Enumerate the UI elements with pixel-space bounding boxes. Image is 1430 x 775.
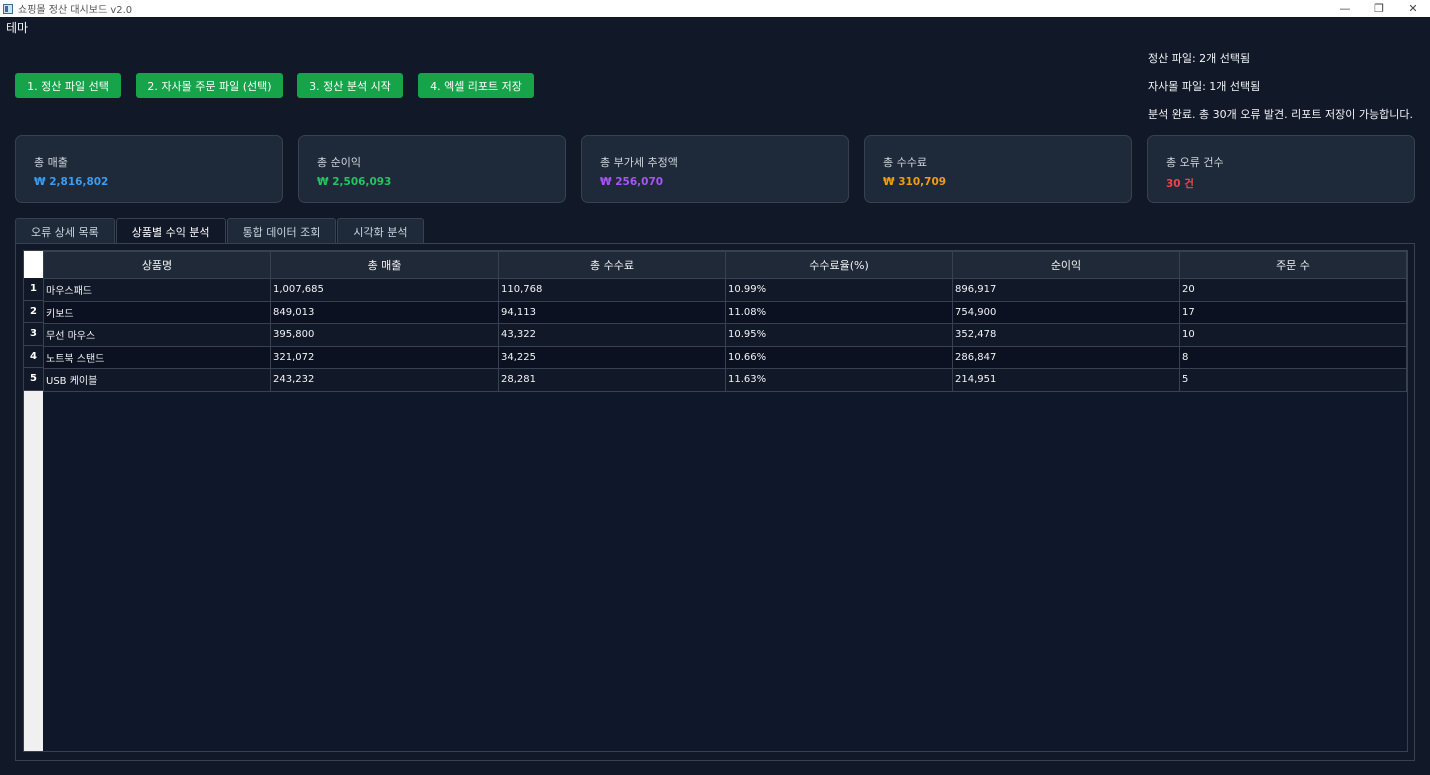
table-cell[interactable]: 11.63% [725,368,953,392]
table-cell[interactable]: 10.99% [725,278,953,302]
save-excel-report-button[interactable]: 4. 엑셀 리포트 저장 [418,73,534,98]
table-cell[interactable]: 키보드 [43,300,271,324]
close-icon[interactable]: ✕ [1396,0,1430,17]
table-cell[interactable]: 마우스패드 [43,278,271,302]
tab-bar: 오류 상세 목록 상품별 수익 분석 통합 데이터 조회 시각화 분석 [15,218,425,244]
start-analysis-button[interactable]: 3. 정산 분석 시작 [297,73,403,98]
table-cell[interactable]: 352,478 [952,323,1180,347]
card-total-sales: 총 매출 ₩ 2,816,802 [15,135,283,203]
table-cell[interactable]: 10.66% [725,345,953,369]
card-label: 총 매출 [34,156,68,169]
table-cell[interactable]: 321,072 [270,345,499,369]
table-cell[interactable]: 286,847 [952,345,1180,369]
table-cell[interactable]: 110,768 [498,278,726,302]
table-cell[interactable]: 754,900 [952,300,1180,324]
card-label: 총 부가세 추정액 [600,156,678,169]
tab-visualization[interactable]: 시각화 분석 [337,218,424,244]
card-value: ₩ 310,709 [883,176,947,188]
tab-error-details[interactable]: 오류 상세 목록 [15,218,115,244]
table-row[interactable]: USB 케이블 243,232 28,281 11.63% 214,951 5 [43,368,1407,392]
table-cell[interactable]: 5 [1179,368,1407,392]
row-number[interactable]: 5 [24,368,43,391]
column-header[interactable]: 총 매출 [270,251,499,279]
select-own-order-file-button[interactable]: 2. 자사몰 주문 파일 (선택) [136,73,283,98]
menu-theme[interactable]: 테마 [6,19,28,36]
table-cell[interactable]: 34,225 [498,345,726,369]
window-title: 쇼핑몰 정산 대시보드 v2.0 [18,5,133,16]
minimize-icon[interactable]: — [1328,0,1362,17]
row-number[interactable]: 2 [24,300,43,323]
app-icon [3,3,13,14]
row-number[interactable]: 1 [24,278,43,301]
table-row[interactable]: 마우스패드 1,007,685 110,768 10.99% 896,917 2… [43,278,1407,302]
card-net-profit: 총 순이익 ₩ 2,506,093 [298,135,566,203]
card-label: 총 순이익 [317,156,361,169]
table-cell[interactable]: 395,800 [270,323,499,347]
table-cell[interactable]: 94,113 [498,300,726,324]
table-cell[interactable]: 214,951 [952,368,1180,392]
table-header-row: 상품명 총 매출 총 수수료 수수료율(%) 순이익 주문 수 [43,251,1407,279]
product-profit-table[interactable]: 1 2 3 4 5 상품명 총 매출 총 수수료 수수료율(%) 순이익 주문 … [23,250,1408,752]
table-cell[interactable]: 무선 마우스 [43,323,271,347]
title-bar: 쇼핑몰 정산 대시보드 v2.0 — ❐ ✕ [0,0,1430,17]
table-row[interactable]: 무선 마우스 395,800 43,322 10.95% 352,478 10 [43,323,1407,347]
tab-product-profit[interactable]: 상품별 수익 분석 [115,218,226,244]
table-cell[interactable]: 10 [1179,323,1407,347]
card-label: 총 오류 건수 [1166,156,1224,169]
data-grid: 상품명 총 매출 총 수수료 수수료율(%) 순이익 주문 수 마우스패드 1,… [43,251,1407,392]
column-header[interactable]: 주문 수 [1179,251,1407,279]
tab-integrated-data[interactable]: 통합 데이터 조회 [226,218,337,244]
card-total-fees: 총 수수료 ₩ 310,709 [864,135,1132,203]
card-vat-estimate: 총 부가세 추정액 ₩ 256,070 [581,135,849,203]
own-file-status: 자사몰 파일: 1개 선택됨 [1148,80,1261,93]
table-cell[interactable]: 849,013 [270,300,499,324]
column-header[interactable]: 총 수수료 [498,251,726,279]
table-cell[interactable]: USB 케이블 [43,368,271,392]
table-cell[interactable]: 11.08% [725,300,953,324]
column-header[interactable]: 순이익 [952,251,1180,279]
card-label: 총 수수료 [883,156,927,169]
restore-icon[interactable]: ❐ [1362,0,1396,17]
menu-bar: 테마 [0,17,1430,37]
table-cell[interactable]: 243,232 [270,368,499,392]
settlement-file-status: 정산 파일: 2개 선택됨 [1148,52,1251,65]
column-header[interactable]: 상품명 [43,251,271,279]
table-cell[interactable]: 28,281 [498,368,726,392]
table-cell[interactable]: 896,917 [952,278,1180,302]
analysis-status: 분석 완료. 총 30개 오류 발견. 리포트 저장이 가능합니다. [1148,108,1413,121]
table-row[interactable]: 노트북 스탠드 321,072 34,225 10.66% 286,847 8 [43,345,1407,369]
table-cell[interactable]: 20 [1179,278,1407,302]
card-value: 30 건 [1166,178,1194,190]
table-cell[interactable]: 43,322 [498,323,726,347]
row-number[interactable]: 3 [24,323,43,346]
table-row[interactable]: 키보드 849,013 94,113 11.08% 754,900 17 [43,300,1407,324]
select-settlement-file-button[interactable]: 1. 정산 파일 선택 [15,73,121,98]
table-corner-button[interactable] [24,251,43,278]
card-error-count: 총 오류 건수 30 건 [1147,135,1415,203]
table-cell[interactable]: 노트북 스탠드 [43,345,271,369]
card-value: ₩ 2,816,802 [34,176,109,188]
window-controls: — ❐ ✕ [1328,0,1430,17]
table-cell[interactable]: 8 [1179,345,1407,369]
column-header[interactable]: 수수료율(%) [725,251,953,279]
table-cell[interactable]: 1,007,685 [270,278,499,302]
table-cell[interactable]: 10.95% [725,323,953,347]
table-cell[interactable]: 17 [1179,300,1407,324]
row-number[interactable]: 4 [24,345,43,368]
card-value: ₩ 256,070 [600,176,664,188]
card-value: ₩ 2,506,093 [317,176,392,188]
